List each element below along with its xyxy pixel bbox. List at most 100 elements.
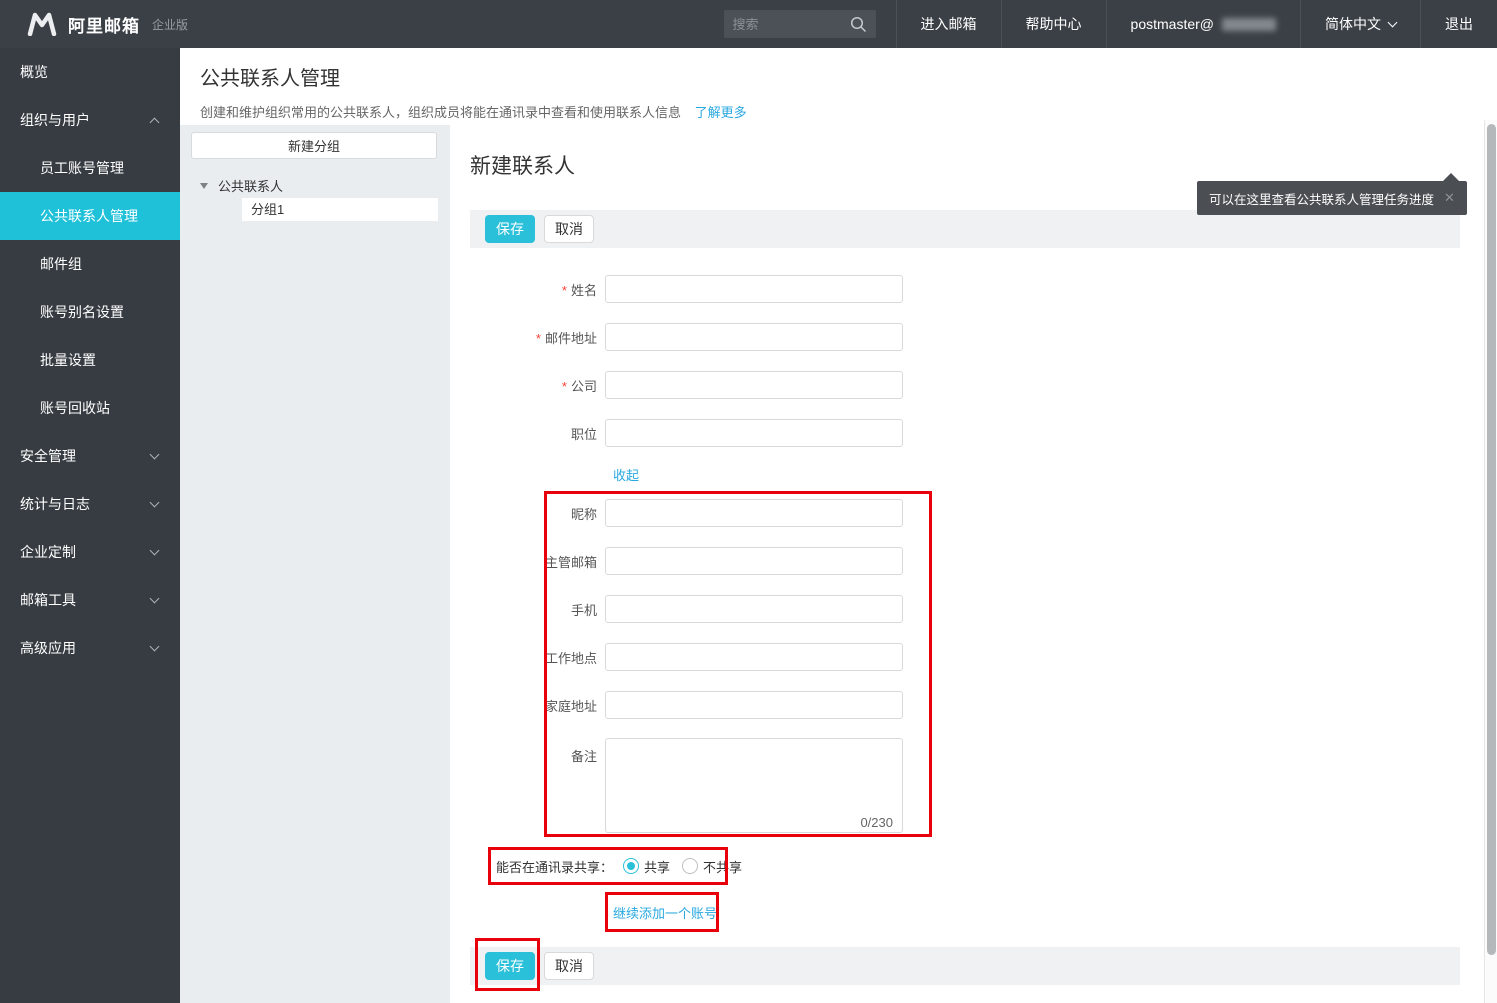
required-mark: * bbox=[536, 331, 541, 346]
sidebar-item-label: 高级应用 bbox=[20, 638, 76, 658]
help-center-link[interactable]: 帮助中心 bbox=[1001, 0, 1106, 48]
learn-more-link[interactable]: 了解更多 bbox=[695, 105, 747, 120]
nickname-input[interactable] bbox=[605, 499, 903, 527]
sidebar-item-employee-accounts[interactable]: 员工账号管理 bbox=[0, 144, 180, 192]
top-toolbar: 保存 取消 bbox=[470, 210, 1460, 248]
account-menu[interactable]: postmaster@ bbox=[1106, 0, 1300, 48]
form-row-supervisor-email: 主管邮箱 bbox=[450, 547, 1484, 575]
enter-mailbox-link[interactable]: 进入邮箱 bbox=[896, 0, 1001, 48]
sidebar-item-label: 邮件组 bbox=[40, 254, 82, 274]
sidebar-item-label: 批量设置 bbox=[40, 350, 96, 370]
cancel-button-top[interactable]: 取消 bbox=[544, 215, 594, 243]
form-row-nickname: 昵称 bbox=[450, 499, 1484, 527]
share-row: 能否在通讯录共享： 共享 不共享 bbox=[496, 854, 754, 878]
enter-mailbox-label: 进入邮箱 bbox=[921, 14, 977, 34]
sidebar-item-account-alias[interactable]: 账号别名设置 bbox=[0, 288, 180, 336]
page-title: 公共联系人管理 bbox=[200, 62, 1497, 91]
task-progress-tooltip: 可以在这里查看公共联系人管理任务进度 ✕ bbox=[1197, 181, 1467, 215]
blurred-email-domain bbox=[1222, 18, 1276, 31]
supervisor-email-label: 主管邮箱 bbox=[450, 552, 605, 571]
scrollbar[interactable] bbox=[1484, 120, 1497, 1003]
share-no-label: 不共享 bbox=[703, 857, 742, 876]
tooltip-text: 可以在这里查看公共联系人管理任务进度 bbox=[1209, 189, 1434, 208]
tree-root-label: 公共联系人 bbox=[218, 176, 283, 195]
email-label: *邮件地址 bbox=[450, 328, 605, 347]
company-input[interactable] bbox=[605, 371, 903, 399]
close-icon[interactable]: ✕ bbox=[1444, 190, 1455, 206]
home-address-label: 家庭地址 bbox=[450, 696, 605, 715]
sidebar-item-public-contacts[interactable]: 公共联系人管理 bbox=[0, 192, 180, 240]
name-input[interactable] bbox=[605, 275, 903, 303]
language-label: 简体中文 bbox=[1325, 14, 1381, 34]
form-row-work-address: 工作地点 bbox=[450, 643, 1484, 671]
help-center-label: 帮助中心 bbox=[1026, 14, 1082, 34]
work-address-label: 工作地点 bbox=[450, 648, 605, 667]
form-row-company: *公司 bbox=[450, 371, 1484, 399]
sidebar-item-enterprise-custom[interactable]: 企业定制 bbox=[0, 528, 180, 576]
required-mark: * bbox=[562, 283, 567, 298]
chevron-down-icon bbox=[150, 594, 160, 604]
add-another-account-link[interactable]: 继续添加一个账号 bbox=[613, 903, 717, 922]
sidebar-item-stats-logs[interactable]: 统计与日志 bbox=[0, 480, 180, 528]
page-subtitle: 创建和维护组织常用的公共联系人，组织成员将能在通讯录中查看和使用联系人信息 了解… bbox=[200, 102, 1497, 121]
mobile-label: 手机 bbox=[450, 600, 605, 619]
sidebar-item-overview[interactable]: 概览 bbox=[0, 48, 180, 96]
brand-name: 阿里邮箱 bbox=[68, 12, 140, 37]
chevron-down-icon bbox=[1388, 18, 1398, 28]
account-label: postmaster@ bbox=[1131, 16, 1214, 32]
sidebar-item-mail-groups[interactable]: 邮件组 bbox=[0, 240, 180, 288]
share-yes-label: 共享 bbox=[644, 857, 670, 876]
share-question-label: 能否在通讯录共享： bbox=[496, 857, 613, 876]
form-title: 新建联系人 bbox=[470, 150, 575, 180]
share-radio-yes[interactable] bbox=[623, 858, 639, 874]
sidebar-item-label: 公共联系人管理 bbox=[40, 206, 138, 226]
tree-group-item[interactable]: 分组1 bbox=[242, 198, 438, 221]
logout-link[interactable]: 退出 bbox=[1420, 0, 1497, 48]
group-tree-panel: 新建分组 公共联系人 分组1 bbox=[180, 125, 450, 1003]
language-selector[interactable]: 简体中文 bbox=[1300, 0, 1420, 48]
work-address-input[interactable] bbox=[605, 643, 903, 671]
sidebar-item-security[interactable]: 安全管理 bbox=[0, 432, 180, 480]
email-input[interactable] bbox=[605, 323, 903, 351]
search-icon[interactable] bbox=[850, 16, 867, 33]
position-input[interactable] bbox=[605, 419, 903, 447]
search-box[interactable] bbox=[724, 10, 876, 38]
scrollbar-thumb[interactable] bbox=[1487, 124, 1496, 955]
sidebar-item-label: 账号别名设置 bbox=[40, 302, 124, 322]
mobile-input[interactable] bbox=[605, 595, 903, 623]
remark-label: 备注 bbox=[450, 738, 605, 838]
home-address-input[interactable] bbox=[605, 691, 903, 719]
position-label: 职位 bbox=[450, 424, 605, 443]
supervisor-email-input[interactable] bbox=[605, 547, 903, 575]
sidebar-item-label: 统计与日志 bbox=[20, 494, 90, 514]
required-mark: * bbox=[562, 379, 567, 394]
edition-badge: 企业版 bbox=[152, 16, 188, 33]
tree-root-public-contacts[interactable]: 公共联系人 bbox=[200, 176, 283, 195]
alimail-logo-icon bbox=[26, 12, 58, 36]
company-label: *公司 bbox=[450, 376, 605, 395]
form-row-email: *邮件地址 bbox=[450, 323, 1484, 351]
name-label: *姓名 bbox=[450, 280, 605, 299]
sidebar-item-advanced-apps[interactable]: 高级应用 bbox=[0, 624, 180, 672]
brand: 阿里邮箱 企业版 bbox=[0, 12, 188, 37]
chevron-up-icon bbox=[150, 117, 160, 127]
collapse-link[interactable]: 收起 bbox=[613, 465, 639, 484]
remark-counter: 0/230 bbox=[860, 815, 893, 830]
new-group-button[interactable]: 新建分组 bbox=[191, 132, 437, 159]
sidebar-item-mail-tools[interactable]: 邮箱工具 bbox=[0, 576, 180, 624]
cancel-button-bottom[interactable]: 取消 bbox=[544, 952, 594, 980]
sidebar-item-org-users[interactable]: 组织与用户 bbox=[0, 96, 180, 144]
form-row-mobile: 手机 bbox=[450, 595, 1484, 623]
search-input[interactable] bbox=[733, 17, 850, 32]
sidebar-item-batch-settings[interactable]: 批量设置 bbox=[0, 336, 180, 384]
topbar: 阿里邮箱 企业版 进入邮箱 帮助中心 postmaster@ 简体中文 退出 bbox=[0, 0, 1497, 48]
save-button-bottom[interactable]: 保存 bbox=[485, 952, 535, 980]
save-button-top[interactable]: 保存 bbox=[485, 215, 535, 243]
share-radio-no[interactable] bbox=[682, 858, 698, 874]
chevron-down-icon bbox=[150, 546, 160, 556]
sidebar: 概览 组织与用户 员工账号管理 公共联系人管理 邮件组 账号别名设置 批量设置 … bbox=[0, 48, 180, 1003]
form-row-remark: 备注 0/230 bbox=[450, 738, 1484, 838]
sidebar-item-account-recycle[interactable]: 账号回收站 bbox=[0, 384, 180, 432]
remark-textarea[interactable] bbox=[605, 738, 903, 833]
sidebar-item-label: 组织与用户 bbox=[20, 110, 90, 130]
